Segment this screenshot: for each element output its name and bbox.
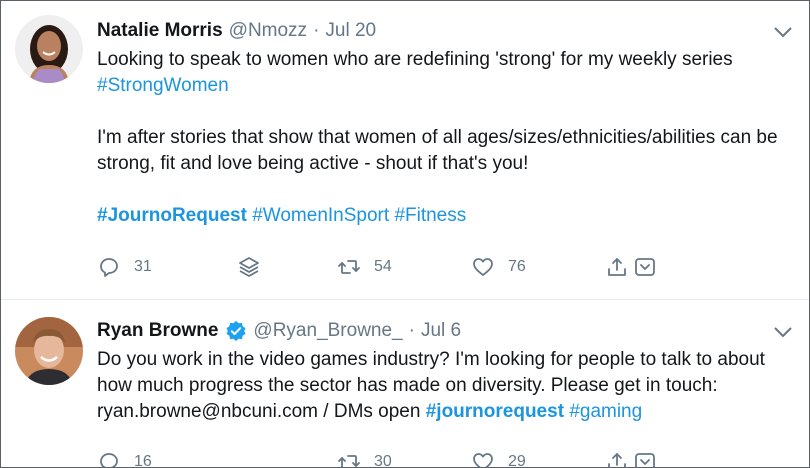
hashtag-link[interactable]: #StrongWomen: [97, 75, 229, 96]
tweet-actions: 31 54 76: [97, 253, 677, 281]
retweet-button[interactable]: 54: [337, 253, 392, 281]
like-count: 29: [508, 453, 526, 468]
chevron-down-icon[interactable]: [773, 325, 793, 339]
share-icon: [608, 258, 626, 276]
tweet-text-segment: I'm after stories that show that women o…: [97, 127, 778, 174]
tweet-date[interactable]: Jul 6: [421, 319, 461, 343]
heart-icon: [473, 258, 493, 276]
tweet-text: Do you work in the video games industry?…: [97, 347, 797, 425]
author-handle[interactable]: @Nmozz: [229, 19, 307, 43]
reply-button[interactable]: 16: [97, 448, 152, 468]
hashtag-link[interactable]: #Fitness: [394, 205, 466, 226]
tweet[interactable]: Ryan Browne @Ryan_Browne_ · Jul 6 Do you…: [1, 300, 809, 468]
hashtag-link[interactable]: #journorequest: [426, 401, 564, 422]
separator-dot: ·: [408, 320, 415, 341]
reply-count: 31: [134, 258, 152, 275]
hashtag-link[interactable]: #WomenInSport: [252, 205, 389, 226]
retweet-button[interactable]: 30: [337, 448, 392, 468]
reply-icon: [100, 258, 118, 277]
author-name[interactable]: Ryan Browne: [97, 319, 218, 343]
retweet-count: 30: [374, 453, 392, 468]
avatar[interactable]: [15, 317, 83, 385]
stack-icon: [239, 257, 259, 277]
save-icon: [635, 258, 655, 276]
tweet-actions: 16 30 29: [97, 448, 677, 468]
hashtag-link[interactable]: #gaming: [569, 401, 642, 422]
save-button[interactable]: [633, 253, 657, 281]
tweet-date[interactable]: Jul 20: [325, 19, 376, 43]
tweet[interactable]: Natalie Morris @Nmozz · Jul 20 Looking t…: [1, 1, 809, 300]
like-button[interactable]: 76: [471, 253, 526, 281]
save-icon: [635, 453, 655, 467]
chevron-down-icon[interactable]: [773, 25, 793, 39]
retweet-count: 54: [374, 258, 392, 275]
separator-dot: ·: [313, 20, 320, 41]
tweet-header: Ryan Browne @Ryan_Browne_ · Jul 6: [97, 319, 461, 343]
reply-count: 16: [134, 453, 152, 468]
stack-button[interactable]: [237, 253, 261, 281]
verified-badge-icon: [225, 320, 247, 342]
retweet-icon: [338, 455, 360, 467]
hashtag-link[interactable]: #JournoRequest: [97, 205, 247, 226]
author-name[interactable]: Natalie Morris: [97, 19, 223, 43]
share-button[interactable]: [605, 253, 629, 281]
reply-icon: [100, 453, 118, 467]
timeline: Natalie Morris @Nmozz · Jul 20 Looking t…: [0, 0, 810, 468]
share-button[interactable]: [605, 448, 629, 467]
author-handle[interactable]: @Ryan_Browne_: [253, 319, 402, 343]
heart-icon: [473, 453, 493, 467]
avatar[interactable]: [15, 15, 83, 83]
like-count: 76: [508, 258, 526, 275]
tweet-header: Natalie Morris @Nmozz · Jul 20: [97, 19, 376, 43]
tweet-text: Looking to speak to women who are redefi…: [97, 47, 797, 229]
save-button[interactable]: [633, 448, 657, 467]
tweet-text-segment: Looking to speak to women who are redefi…: [97, 49, 733, 70]
retweet-icon: [338, 260, 360, 274]
reply-button[interactable]: 31: [97, 253, 152, 281]
share-icon: [608, 453, 626, 467]
like-button[interactable]: 29: [471, 448, 526, 468]
